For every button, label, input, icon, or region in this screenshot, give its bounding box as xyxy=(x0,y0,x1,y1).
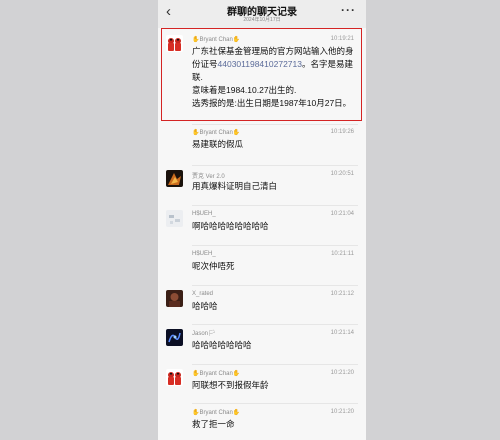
page-subtitle-date: 2024年10月17日 xyxy=(243,17,281,23)
sender-name: X_rated xyxy=(192,291,214,297)
avatar[interactable] xyxy=(166,369,183,386)
sender-name: ✋Bryant Chan✋ xyxy=(192,410,241,416)
sender-name: 贾克 Ver 2.0 xyxy=(192,174,225,180)
sender-name: ✋Bryant Chan✋ xyxy=(192,371,241,377)
chat-message: 贾克 Ver 2.0 10:20:51 用真爆料证明自己清白 xyxy=(166,165,360,200)
divider xyxy=(192,403,358,404)
message-time: 10:21:20 xyxy=(330,370,354,376)
message-time: 10:20:51 xyxy=(330,171,354,177)
hand-emoji-icon: ✋ xyxy=(232,410,241,416)
sender-name: ✋Bryant Chan✋ xyxy=(192,130,241,136)
chat-message: ✋Bryant Chan✋ 10:19:26 易建联的假瓜 xyxy=(166,124,360,158)
message-time: 10:21:14 xyxy=(330,330,354,336)
message-text[interactable]: 哈哈哈 xyxy=(192,300,360,313)
more-options-button[interactable]: ··· xyxy=(341,3,356,17)
message-time: 10:21:04 xyxy=(330,211,354,217)
divider xyxy=(192,245,358,246)
chat-message: X_rated 10:21:12 哈哈哈 xyxy=(166,285,360,320)
nav-bar: ‹ 群聊的聊天记录 2024年10月17日 ··· xyxy=(158,0,366,28)
message-text[interactable]: 用真爆料证明自己清白 xyxy=(192,180,360,193)
message-text[interactable]: 呢次仲唔死 xyxy=(192,260,360,273)
divider xyxy=(192,205,358,206)
divider xyxy=(192,165,358,166)
chat-message: H$UEH_ 10:21:04 啊哈哈哈哈哈哈哈哈 xyxy=(166,205,360,240)
message-time: 10:21:20 xyxy=(330,409,354,415)
message-text[interactable]: 哈哈哈哈哈哈哈 xyxy=(192,339,360,352)
message-time: 10:21:12 xyxy=(330,291,354,297)
sender-name: H$UEH_ xyxy=(192,211,216,217)
flag-emoji-icon: 🏳 xyxy=(208,331,216,337)
divider xyxy=(192,364,358,365)
hand-emoji-icon: ✋ xyxy=(232,371,241,377)
message-text[interactable]: 阿联想不到报假年龄 xyxy=(192,379,360,392)
chat-record-screen: ‹ 群聊的聊天记录 2024年10月17日 ··· ✋Bryant Chan✋ … xyxy=(158,0,366,440)
divider xyxy=(192,124,358,125)
highlight-box xyxy=(161,28,362,121)
sender-name: Jason🏳 xyxy=(192,331,216,337)
avatar[interactable] xyxy=(166,329,183,346)
divider xyxy=(192,324,358,325)
chat-message: H$UEH_ 10:21:11 呢次仲唔死 xyxy=(166,245,360,280)
message-time: 10:21:11 xyxy=(331,251,354,257)
sender-name: H$UEH_ xyxy=(192,251,216,257)
message-text[interactable]: 易建联的假瓜 xyxy=(192,138,360,151)
message-time: 10:19:26 xyxy=(330,129,354,135)
chat-message: ✋Bryant Chan✋ 10:21:20 阿联想不到报假年龄 xyxy=(166,364,360,399)
divider xyxy=(192,285,358,286)
hand-emoji-icon: ✋ xyxy=(232,130,241,136)
avatar[interactable] xyxy=(166,290,183,307)
chat-message: Jason🏳 10:21:14 哈哈哈哈哈哈哈 xyxy=(166,324,360,359)
chat-message: ✋Bryant Chan✋ 10:21:20 救了拒一命 xyxy=(166,403,360,438)
message-text[interactable]: 啊哈哈哈哈哈哈哈哈 xyxy=(192,220,360,233)
avatar[interactable] xyxy=(166,170,183,187)
message-text[interactable]: 救了拒一命 xyxy=(192,418,360,431)
avatar[interactable] xyxy=(166,210,183,227)
